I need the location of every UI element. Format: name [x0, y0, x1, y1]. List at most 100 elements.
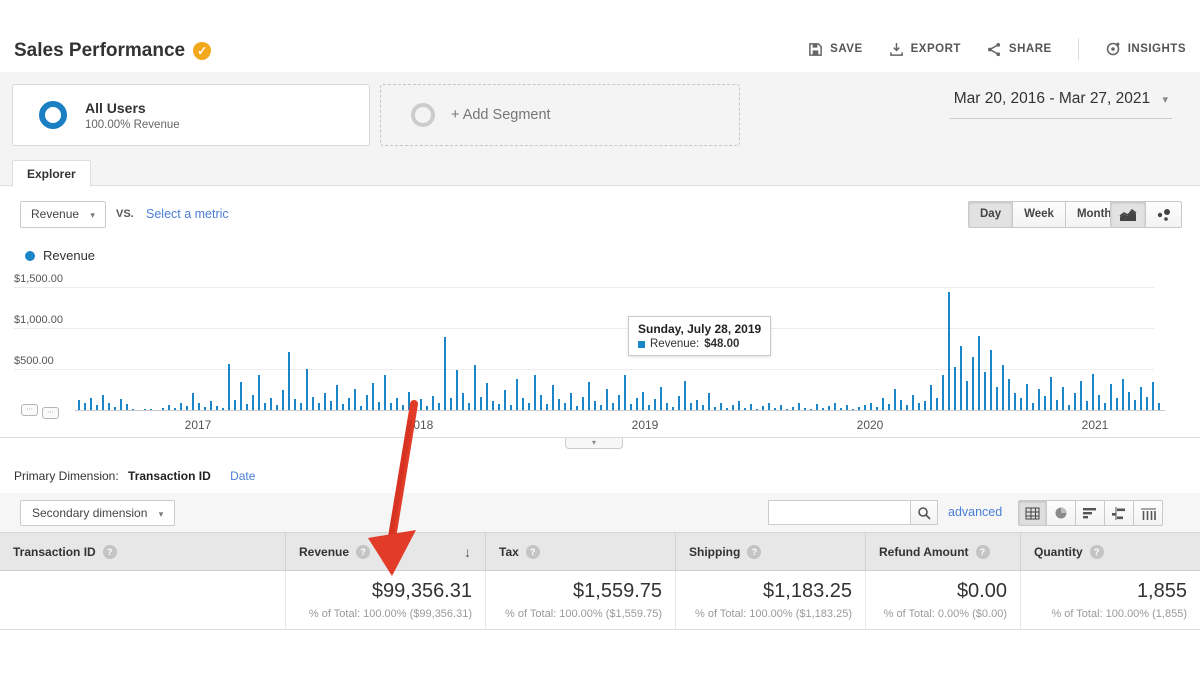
chart-bar [504, 390, 506, 410]
bars-layer [75, 270, 1165, 410]
column-label: Quantity [1034, 545, 1083, 559]
chart-bar [708, 393, 710, 410]
chart-bar [522, 398, 524, 410]
insights-button[interactable]: INSIGHTS [1105, 41, 1186, 57]
summary-value: $99,356.31 [286, 580, 472, 603]
chart-bar [84, 403, 86, 410]
metric-dropdown[interactable]: Revenue ▾ [20, 201, 106, 228]
column-label: Revenue [299, 545, 349, 559]
chart-bar [660, 387, 662, 410]
chart-bar [252, 395, 254, 410]
help-icon[interactable]: ? [103, 545, 117, 559]
column-label: Shipping [689, 545, 740, 559]
chart-bar [192, 393, 194, 410]
search-button[interactable] [910, 500, 938, 525]
verified-shield-icon: ✓ [193, 42, 211, 60]
chart-bar [912, 395, 914, 410]
add-segment-label: + Add Segment [451, 107, 551, 123]
chart-bar [198, 403, 200, 410]
revenue-bar-chart[interactable] [75, 270, 1165, 410]
legend-dot-icon [25, 251, 35, 261]
annotation-marker-icon[interactable]: ⋯ [21, 404, 38, 416]
summary-percent: % of Total: 100.00% (1,855) [1021, 608, 1187, 620]
performance-view-button[interactable] [1076, 500, 1105, 526]
chart-bar [474, 365, 476, 410]
comparison-view-button[interactable] [1105, 500, 1134, 526]
chart-bar [1062, 387, 1064, 410]
dimension-date-link[interactable]: Date [230, 469, 255, 483]
chart-bar [468, 403, 470, 410]
chart-bar [924, 401, 926, 410]
chevron-down-icon: ▾ [159, 509, 164, 519]
tooltip-swatch-icon [638, 341, 645, 348]
chart-bar [306, 369, 308, 410]
search-input[interactable] [768, 500, 910, 525]
chart-bar [684, 381, 686, 410]
chart-bar [918, 403, 920, 410]
line-chart-button[interactable] [1110, 201, 1146, 228]
column-header-tax[interactable]: Tax ? [485, 533, 675, 570]
page-title: Sales Performance [14, 40, 185, 62]
header-divider [1078, 38, 1079, 60]
chart-bar [432, 396, 434, 410]
chart-bar [438, 403, 440, 410]
date-range-selector[interactable]: Mar 20, 2016 - Mar 27, 2021 ▾ [950, 88, 1172, 119]
column-header-quantity[interactable]: Quantity ? [1020, 533, 1200, 570]
chevron-down-icon: ▾ [1162, 94, 1168, 106]
help-icon[interactable]: ? [356, 545, 370, 559]
tooltip-series-label: Revenue: [650, 338, 699, 350]
chart-bar [768, 403, 770, 410]
help-icon[interactable]: ? [976, 545, 990, 559]
segment-all-users[interactable]: All Users 100.00% Revenue [12, 84, 370, 146]
help-icon[interactable]: ? [526, 545, 540, 559]
x-axis-tick: 2018 [407, 418, 434, 432]
add-segment-button[interactable]: + Add Segment [380, 84, 740, 146]
tab-explorer[interactable]: Explorer [12, 160, 91, 187]
chart-bar [480, 397, 482, 410]
share-button[interactable]: SHARE [987, 42, 1052, 57]
motion-chart-button[interactable] [1146, 201, 1182, 228]
summary-cell-refund-amount: $0.00 % of Total: 0.00% ($0.00) [865, 571, 1020, 629]
chart-bar [1104, 403, 1106, 410]
percentage-view-button[interactable] [1047, 500, 1076, 526]
select-metric-link[interactable]: Select a metric [146, 207, 229, 221]
chart-bar [390, 403, 392, 410]
chart-bar [1146, 397, 1148, 410]
save-button[interactable]: SAVE [808, 42, 862, 57]
chart-collapse-handle[interactable]: ▾ [565, 438, 623, 449]
help-icon[interactable]: ? [1090, 545, 1104, 559]
granularity-week-button[interactable]: Week [1013, 201, 1066, 228]
summary-value: 1,855 [1021, 580, 1187, 603]
chart-bar [900, 400, 902, 410]
column-header-shipping[interactable]: Shipping ? [675, 533, 865, 570]
sort-descending-icon[interactable]: ↓ [464, 544, 471, 560]
secondary-dimension-dropdown[interactable]: Secondary dimension ▾ [20, 500, 175, 526]
column-header-refund-amount[interactable]: Refund Amount ? [865, 533, 1020, 570]
share-icon [987, 42, 1002, 57]
granularity-day-button[interactable]: Day [968, 201, 1013, 228]
chart-bar [588, 382, 590, 410]
tooltip-series-value: $48.00 [704, 338, 739, 350]
chevron-down-icon: ▾ [592, 438, 596, 447]
chart-bar [870, 403, 872, 410]
annotation-marker-icon[interactable]: ⋯ [42, 407, 59, 419]
export-button[interactable]: EXPORT [889, 42, 961, 57]
pivot-view-button[interactable] [1134, 500, 1163, 526]
advanced-filter-link[interactable]: advanced [948, 505, 1002, 519]
chart-bar [696, 400, 698, 410]
chart-bar [636, 398, 638, 410]
chart-bar [1122, 379, 1124, 410]
tooltip-series-line: Revenue: $48.00 [638, 338, 761, 350]
column-header-revenue[interactable]: Revenue ? ↓ [285, 533, 485, 570]
report-header: Sales Performance ✓ SAVE EXPORT SHARE IN… [0, 30, 1200, 72]
chart-bar [384, 375, 386, 410]
table-view-button[interactable] [1018, 500, 1047, 526]
chart-bar [396, 398, 398, 410]
chart-bar [354, 389, 356, 410]
column-header-transaction-id[interactable]: Transaction ID ? [0, 533, 285, 570]
chart-bar [540, 395, 542, 410]
help-icon[interactable]: ? [747, 545, 761, 559]
date-range-text: Mar 20, 2016 - Mar 27, 2021 [954, 90, 1150, 107]
dimension-transaction-id[interactable]: Transaction ID [128, 469, 211, 483]
chart-bar [108, 403, 110, 410]
